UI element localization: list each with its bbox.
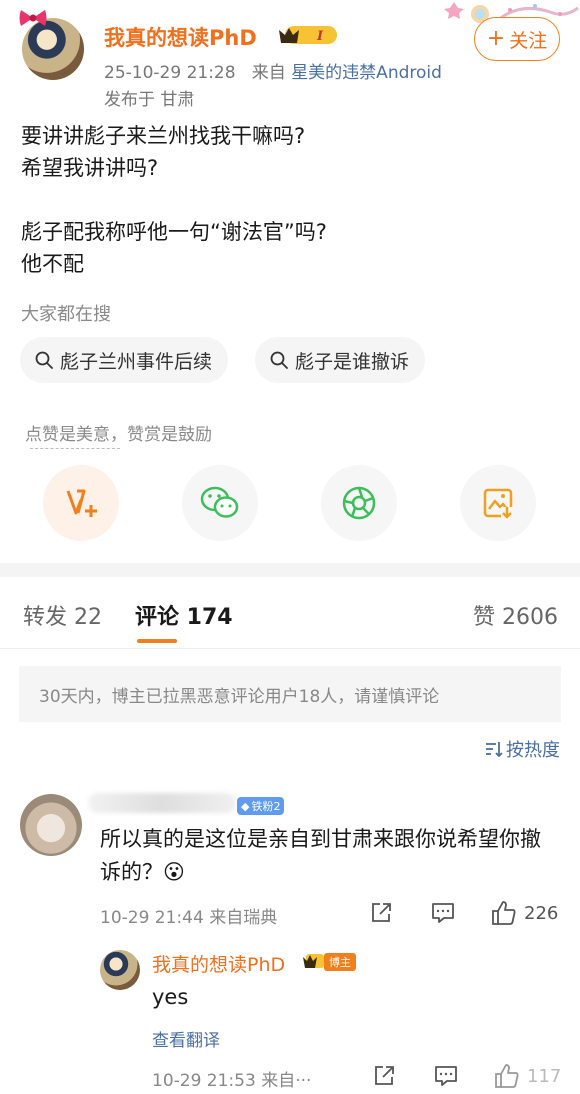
follow-label: 关注	[509, 29, 548, 52]
tab-active-indicator	[137, 639, 177, 643]
post-body: 要讲讲彪子来兰州找我干嘛吗? 希望我讲讲吗? 彪子配我称呼他一句“谢法官”吗? …	[21, 120, 561, 280]
search-chip-label: 彪子兰州事件后续	[60, 350, 213, 373]
comment-notice: 30天内，博主已拉黑恶意评论用户18人，请谨慎评论	[19, 666, 561, 722]
comment-meta: 10-29 21:44 来自瑞典	[100, 908, 278, 928]
post-location: 发布于 甘肃	[104, 90, 195, 110]
search-chip-label: 彪子是谁撤诉	[295, 350, 410, 373]
source-prefix: 来自	[251, 63, 286, 83]
post-line-blank	[21, 184, 561, 216]
share-icon	[372, 903, 391, 922]
search-icon	[270, 351, 288, 369]
comment-text: 所以真的是这位是亲自到甘肃来跟你说希望你撤诉的？😮	[100, 827, 541, 884]
wechat-icon	[200, 486, 239, 518]
tab-comment[interactable]: 评论 174	[135, 599, 233, 631]
post-line: 要讲讲彪子来兰州找我干嘛吗?	[21, 124, 306, 148]
post-timestamp: 25-10-29 21:28	[104, 63, 236, 83]
search-chip[interactable]: 彪子是谁撤诉	[255, 337, 426, 383]
comment-icon	[435, 1066, 457, 1086]
vip-badge-icon[interactable]: I	[277, 24, 339, 46]
commenter-name-blurred[interactable]	[88, 793, 236, 813]
thumbs-up-icon	[495, 1064, 519, 1088]
reward-button[interactable]	[43, 465, 119, 541]
crown-icon	[303, 954, 324, 968]
vip-level: I	[316, 29, 324, 44]
tab-like[interactable]: 赞 2606	[473, 599, 558, 631]
save-image-icon	[483, 488, 513, 519]
like-count: 117	[527, 1065, 562, 1087]
sort-label: 按热度	[506, 740, 560, 761]
post-header: 我真的想读PhD I 25-10-29 21:28 来自 星美的违禁Androi…	[0, 0, 580, 110]
reply-author-name[interactable]: 我真的想读PhD	[152, 950, 285, 977]
post-line: 希望我讲讲吗?	[21, 156, 159, 180]
diamond-icon: ◆	[241, 799, 250, 813]
reward-icon	[66, 489, 97, 517]
post-line: 他不配	[21, 252, 84, 276]
post-meta: 25-10-29 21:28 来自 星美的违禁Android	[104, 58, 442, 83]
comment-icon	[432, 903, 454, 923]
comment-like-button[interactable]: 226	[490, 899, 558, 927]
reward-underline	[30, 448, 120, 449]
share-icon	[375, 1066, 394, 1085]
like-count: 226	[524, 902, 559, 924]
sort-button[interactable]: 按热度	[485, 736, 560, 762]
save-image-button[interactable]	[460, 465, 536, 541]
tab-bar-divider	[0, 648, 580, 649]
reward-label: 点赞是美意，赞赏是鼓励	[25, 425, 212, 445]
reply-author-avatar[interactable]	[100, 950, 140, 990]
post-source-link[interactable]: 星美的违禁Android	[291, 63, 442, 83]
reply-like-button[interactable]: 117	[493, 1062, 561, 1090]
comment-share-button[interactable]	[369, 901, 393, 925]
commenter-avatar[interactable]	[20, 794, 82, 856]
search-title: 大家都在搜	[21, 304, 111, 325]
follow-button[interactable]: + 关注	[474, 17, 560, 61]
sort-icon	[486, 742, 503, 757]
search-icon	[35, 351, 53, 369]
post-line: 彪子配我称呼他一句“谢法官”吗?	[21, 220, 327, 244]
moments-icon	[342, 486, 376, 520]
thumbs-up-icon	[492, 901, 516, 925]
author-name[interactable]: 我真的想读PhD	[104, 22, 257, 52]
reply-meta: 10-29 21:53 来自···	[152, 1071, 312, 1091]
share-moments-button[interactable]	[321, 465, 397, 541]
host-badge: 博主	[324, 953, 356, 971]
search-chip[interactable]: 彪子兰州事件后续	[20, 337, 229, 383]
fan-badge-label: 铁粉2	[251, 800, 281, 813]
translate-link[interactable]: 查看翻译	[152, 1026, 220, 1051]
reply-share-button[interactable]	[372, 1064, 396, 1088]
comment-reply-button[interactable]	[430, 901, 456, 925]
tab-repost[interactable]: 转发 22	[23, 599, 102, 631]
reply-text: yes	[152, 985, 189, 1009]
plus-icon: +	[486, 26, 506, 51]
bow-icon	[19, 10, 47, 26]
reply-reply-button[interactable]	[433, 1064, 459, 1088]
tab-bar: 转发 22 评论 174 赞 2606	[0, 577, 580, 649]
section-divider	[0, 563, 580, 577]
fan-badge: ◆ 铁粉2	[237, 797, 285, 815]
share-wechat-button[interactable]	[182, 465, 258, 541]
